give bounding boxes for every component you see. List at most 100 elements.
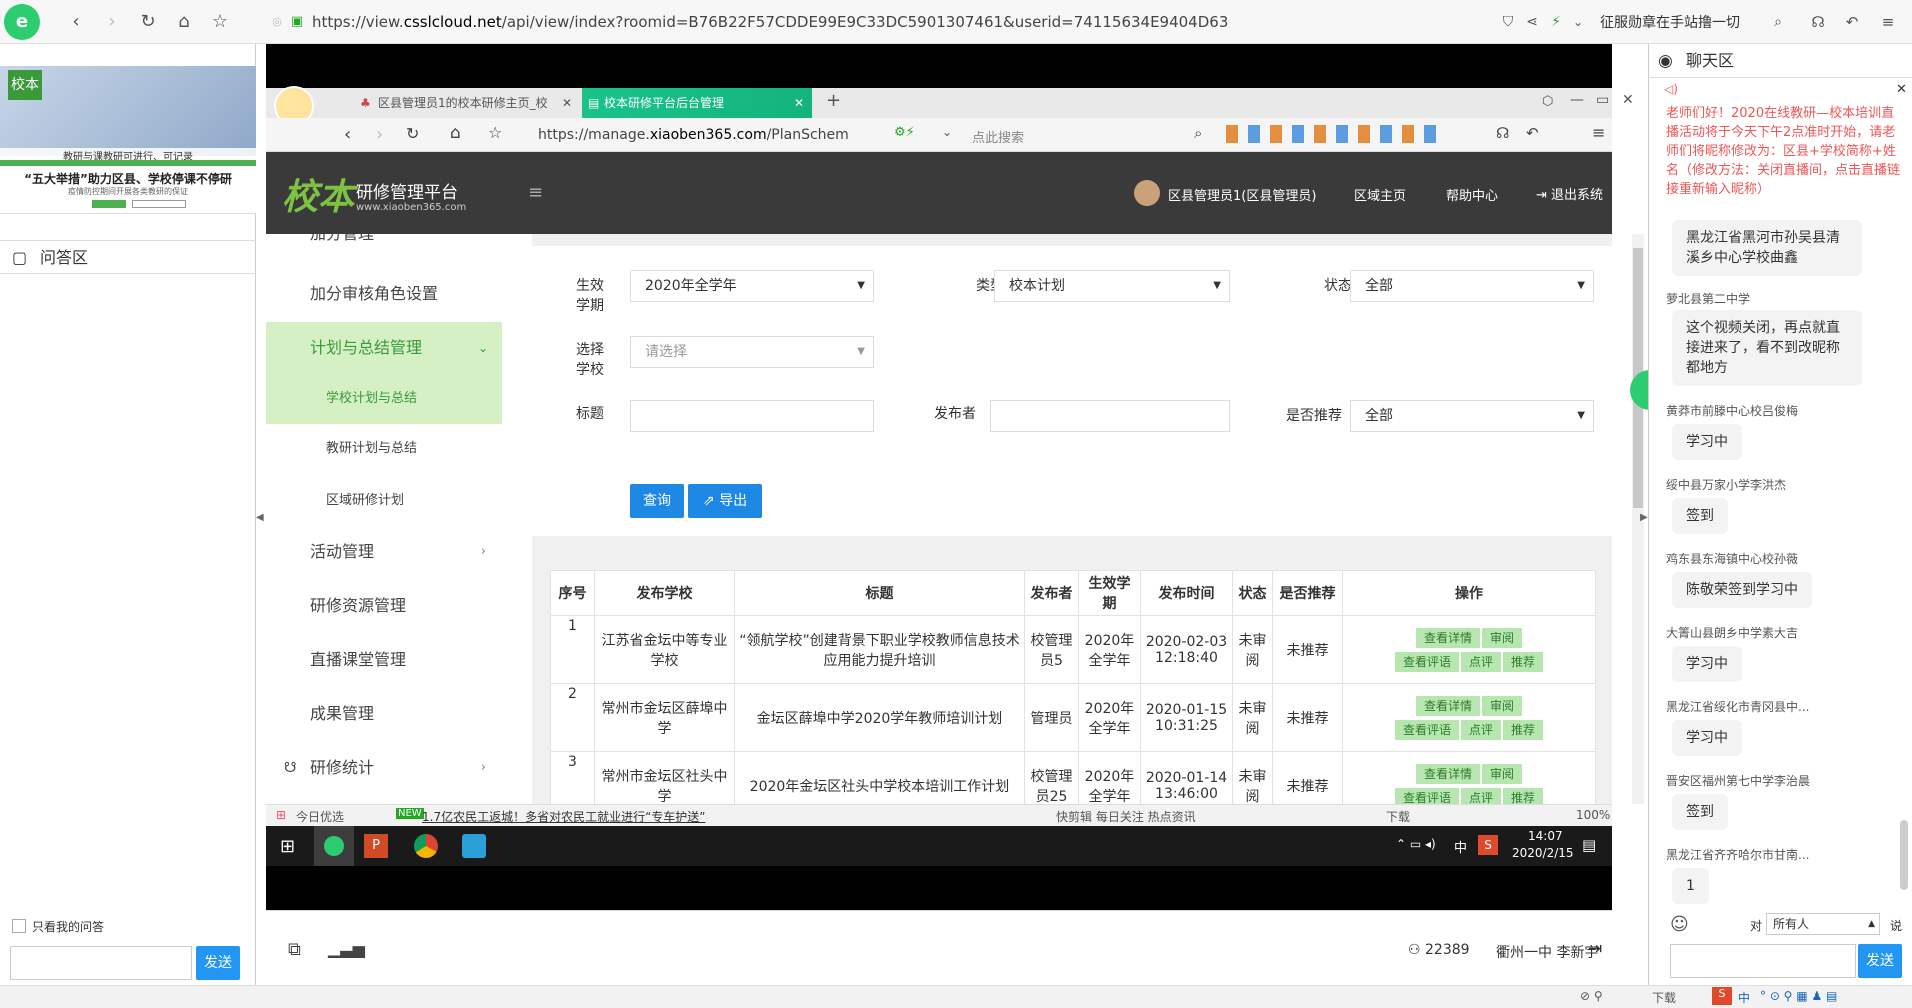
windows-start-icon[interactable]: ⊞ [280, 836, 295, 857]
reload-icon[interactable]: ↻ [406, 124, 419, 143]
signal-icon[interactable]: ▁▃▅ [328, 939, 365, 958]
chevron-down-icon[interactable]: ⌄ [1566, 10, 1590, 34]
lightning-icon[interactable]: ⚙⚡ [894, 125, 915, 140]
publisher-input[interactable] [990, 400, 1230, 432]
ppt-thumbnail[interactable]: 校本 教研与课教研可进行、可记录 “五大举措”助力区县、学校停课不停研 疫情防控… [0, 66, 256, 214]
news-link[interactable]: 1.7亿农民工返城！多省对农民工就业进行“专车护送” [422, 808, 706, 825]
title-input[interactable] [630, 400, 874, 432]
cell-title[interactable]: 金坛区薛埠中学2020学年教师培训计划 [734, 683, 1025, 752]
cell-title[interactable]: “领航学校”创建背景下职业学校教师信息技术应用能力提升培训 [734, 615, 1025, 684]
review-button[interactable]: 审阅 [1482, 763, 1523, 784]
shield-icon[interactable]: ⛉ [1496, 10, 1520, 34]
view-comment-button[interactable]: 查看评语 [1394, 787, 1459, 804]
comment-button[interactable]: 点评 [1460, 787, 1501, 804]
restore-icon[interactable]: ⬡ [1542, 94, 1553, 109]
help-center-link[interactable]: 帮助中心 [1446, 185, 1498, 204]
inner-search-input[interactable]: 点此搜索 [972, 127, 1024, 146]
ime-tools-icons[interactable]: ° ⊙ ⚲ ▦ ♟ ▤ [1760, 989, 1837, 1003]
school-select[interactable]: 请选择 ▼ [630, 336, 874, 368]
search-icon[interactable]: ⌕ [1766, 10, 1790, 34]
outer-url-bar[interactable]: https://view.csslcloud.net/api/view/inde… [312, 8, 1512, 36]
only-mine-checkbox[interactable] [12, 919, 26, 933]
menu-icon[interactable]: ≡ [1876, 10, 1900, 34]
menu-activity[interactable]: 活动管理 › [266, 526, 502, 578]
maximize-icon[interactable]: ▭ [1596, 92, 1609, 108]
back-icon[interactable]: ‹ [64, 10, 88, 34]
menu-live[interactable]: 直播课堂管理 [266, 634, 502, 686]
menu-school-plan[interactable]: 学校计划与总结 [266, 374, 502, 424]
comment-button[interactable]: 点评 [1460, 651, 1501, 672]
logout-link[interactable]: ⇥ 退出系统 [1536, 184, 1603, 203]
menu-plan-summary[interactable]: 计划与总结管理 ⌄ [266, 322, 502, 374]
chat-input[interactable] [1670, 944, 1856, 978]
chat-scrollbar[interactable] [1900, 820, 1908, 890]
recommend-button[interactable]: 推荐 [1503, 651, 1544, 672]
region-home-link[interactable]: 区域主页 [1354, 185, 1406, 204]
close-notice-icon[interactable]: ✕ [1896, 82, 1907, 97]
status-icons[interactable]: ⊘ ⚲ [1580, 989, 1603, 1003]
menu-icon[interactable]: ≡ [1592, 123, 1605, 142]
emoji-icon[interactable]: ☺ [1670, 914, 1689, 935]
inner-url-bar[interactable]: https://manage.xiaoben365.com/PlanSchem [538, 127, 849, 143]
export-button[interactable]: ⇗ 导出 [688, 484, 762, 518]
search-icon[interactable]: ⌕ [1194, 124, 1202, 142]
site-info-icon[interactable]: ◎ [270, 10, 284, 34]
powerpoint-icon[interactable]: P [364, 834, 388, 858]
tab-admin[interactable]: ▤ 校本研修平台后台管理 ✕ [582, 88, 812, 118]
menu-achievement[interactable]: 成果管理 [266, 688, 502, 740]
download-link[interactable]: 下载 [1652, 989, 1676, 1006]
extension-icons[interactable] [1226, 125, 1446, 143]
view-detail-button[interactable]: 查看详情 [1415, 763, 1480, 784]
review-button[interactable]: 审阅 [1482, 627, 1523, 648]
view-detail-button[interactable]: 查看详情 [1415, 695, 1480, 716]
headset-icon[interactable]: ☊ [1496, 124, 1509, 142]
view-comment-button[interactable]: 查看评语 [1394, 651, 1459, 672]
notification-icon[interactable]: ▤ [1582, 836, 1596, 854]
star-icon[interactable]: ☆ [208, 10, 232, 34]
qa-send-button[interactable]: 发送 [196, 946, 240, 980]
new-tab-icon[interactable]: + [826, 90, 841, 111]
app-logo[interactable]: 校本 [282, 168, 354, 220]
avatar[interactable] [1134, 180, 1160, 206]
query-button[interactable]: 查询 [630, 484, 684, 518]
collapse-left-icon[interactable]: ◀ [256, 512, 264, 523]
term-select[interactable]: 2020年全学年 ▼ [630, 270, 874, 302]
exit-icon[interactable]: ⇥ [1588, 939, 1602, 959]
recommend-button[interactable]: 推荐 [1503, 787, 1544, 804]
home-icon[interactable]: ⌂ [172, 10, 196, 34]
forward-icon[interactable]: › [100, 10, 124, 34]
hamburger-icon[interactable]: ≡ [528, 182, 543, 203]
today-pick[interactable]: 今日优选 [296, 808, 344, 825]
comment-button[interactable]: 点评 [1460, 719, 1501, 740]
menu-resource[interactable]: 研修资源管理 [266, 580, 502, 632]
reload-icon[interactable]: ↻ [136, 10, 160, 34]
undo-icon[interactable]: ↶ [1526, 124, 1539, 142]
close-window-icon[interactable]: ✕ [1622, 92, 1634, 108]
chat-send-button[interactable]: 发送 [1858, 944, 1902, 978]
menu-statistics[interactable]: ☋ 研修统计 › [266, 742, 502, 794]
share-icon[interactable]: ⋖ [1520, 10, 1544, 34]
cell-title[interactable]: 2020年金坛区社头中学校本培训工作计划 [734, 751, 1025, 804]
cloud-app-icon[interactable] [462, 834, 486, 858]
copy-icon[interactable]: ⧉ [288, 939, 301, 960]
chevron-down-icon[interactable]: ⌄ [942, 125, 952, 139]
ime-indicator[interactable]: 中 [1454, 837, 1467, 856]
headset-icon[interactable]: ☊ [1806, 10, 1830, 34]
promo-text[interactable]: 征服勋章在手站撸一切 [1600, 12, 1740, 32]
zoom-level[interactable]: 100% [1576, 808, 1610, 822]
star-icon[interactable]: ☆ [488, 123, 502, 142]
ime-indicator[interactable]: 中 [1738, 989, 1750, 1006]
review-button[interactable]: 审阅 [1482, 695, 1523, 716]
current-user[interactable]: 区县管理员1(区县管理员) [1168, 185, 1316, 204]
download-link[interactable]: 下载 [1386, 808, 1410, 825]
taskbar-browser[interactable] [314, 826, 354, 866]
chrome-icon[interactable] [414, 834, 438, 858]
back-icon[interactable]: ‹ [344, 124, 351, 145]
collapse-right-icon[interactable]: ▶ [1640, 512, 1648, 523]
minimize-icon[interactable]: — [1570, 92, 1584, 108]
menu-teaching-plan[interactable]: 教研计划与总结 [266, 424, 502, 474]
lightning-icon[interactable]: ⚡ [1544, 10, 1568, 34]
menu-bonus[interactable]: 加分管理 [266, 234, 502, 260]
close-icon[interactable]: ✕ [562, 88, 572, 118]
type-select[interactable]: 校本计划 ▼ [994, 270, 1230, 302]
